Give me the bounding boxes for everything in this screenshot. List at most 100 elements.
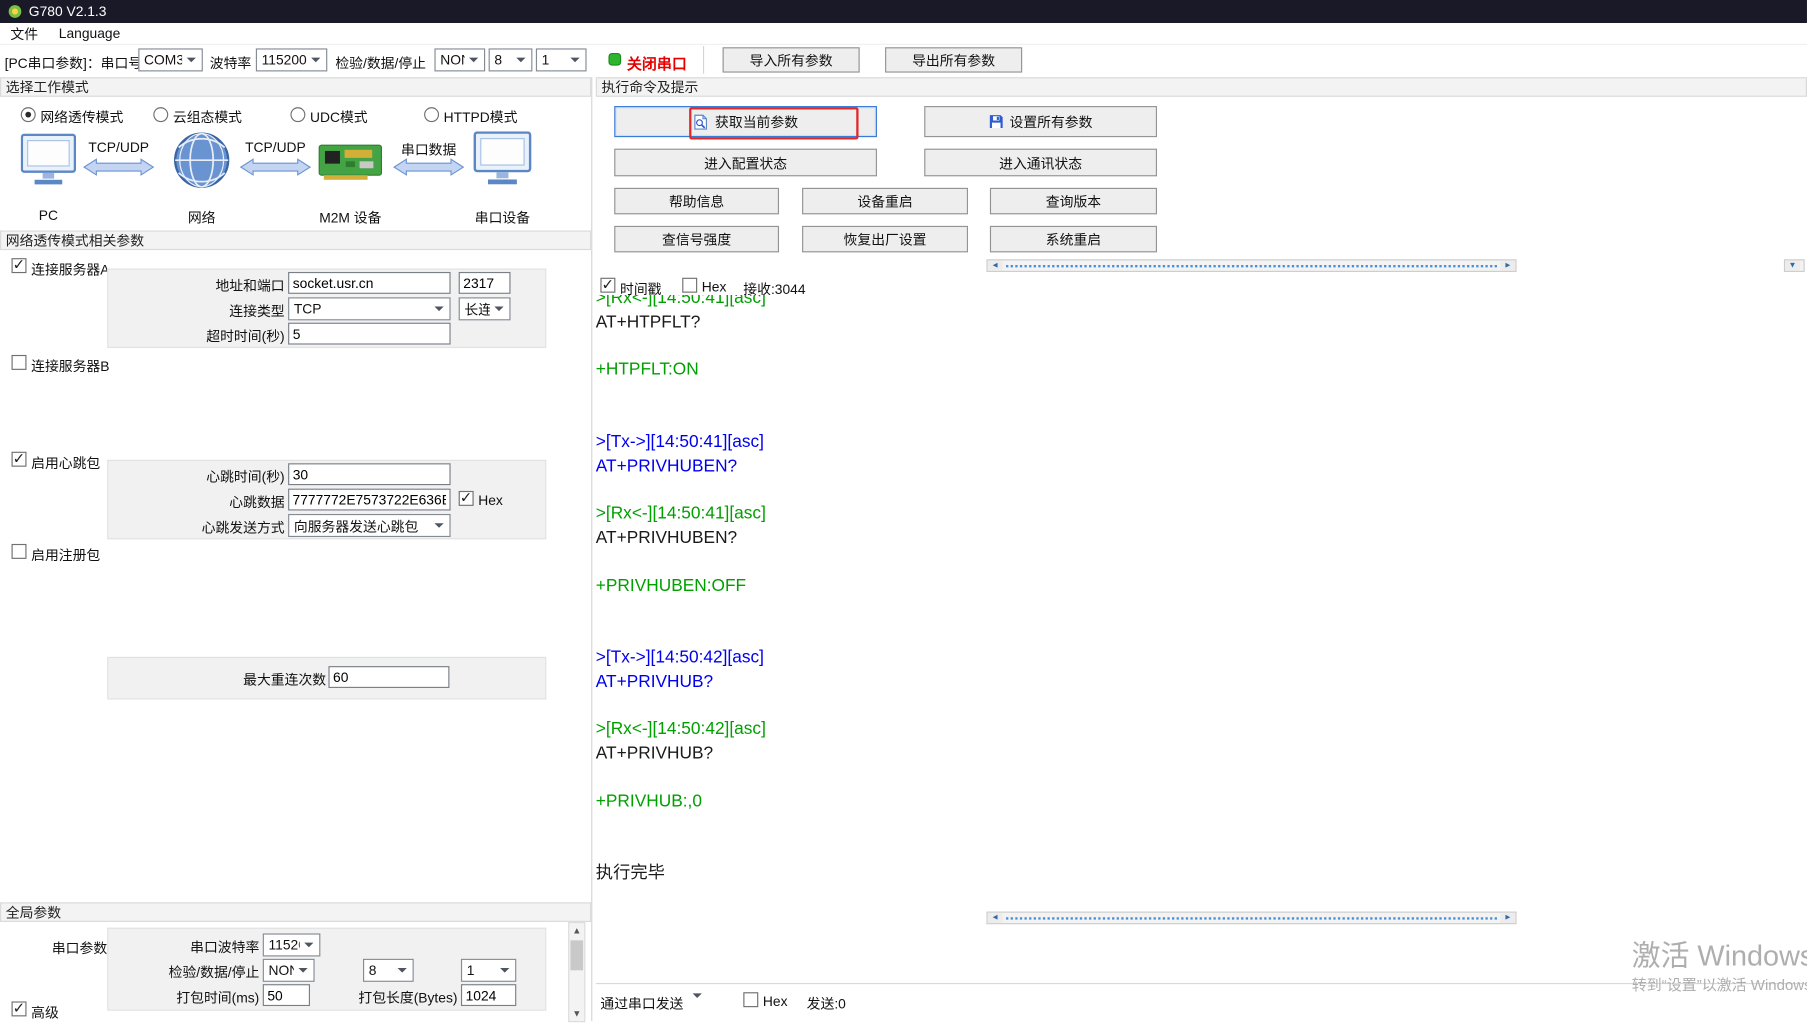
log-line: AT+PRIVHUBEN? bbox=[596, 527, 1805, 551]
send-hex-checkbox[interactable] bbox=[743, 992, 758, 1007]
server-port-input[interactable] bbox=[459, 272, 511, 294]
baud-label: 波特率 bbox=[210, 53, 252, 73]
conn-mode-select[interactable]: 长连接 bbox=[459, 297, 511, 320]
radio-udc-mode-label[interactable]: UDC模式 bbox=[310, 107, 368, 127]
enter-config-button[interactable]: 进入配置状态 bbox=[614, 149, 877, 177]
panel-divider bbox=[591, 77, 592, 1021]
log-hex-label[interactable]: Hex bbox=[702, 279, 727, 295]
splitter-right-icon[interactable]: ▼ bbox=[1785, 260, 1800, 270]
send-hex-label[interactable]: Hex bbox=[763, 993, 788, 1009]
hb-hex-label[interactable]: Hex bbox=[478, 492, 503, 508]
hb-data-input[interactable] bbox=[288, 489, 450, 511]
radio-udc-mode[interactable] bbox=[290, 107, 305, 122]
log-line bbox=[596, 814, 1805, 838]
splitter-right-icon[interactable]: ► bbox=[1500, 260, 1515, 270]
timeout-label: 超时时间(秒) bbox=[138, 326, 284, 346]
splitter-left-icon[interactable]: ◄ bbox=[988, 260, 1003, 270]
splitter-right-icon[interactable]: ► bbox=[1500, 913, 1515, 923]
combo-arrow-icon bbox=[494, 307, 503, 316]
heartbeat-checkbox[interactable] bbox=[12, 452, 27, 467]
stopbits-select[interactable]: 1 bbox=[536, 48, 587, 71]
scrollbar-thumb[interactable] bbox=[570, 940, 583, 970]
query-version-button[interactable]: 查询版本 bbox=[990, 188, 1157, 215]
help-button[interactable]: 帮助信息 bbox=[614, 188, 779, 215]
menu-item-language[interactable]: Language bbox=[48, 23, 130, 44]
parity-select[interactable]: NONI bbox=[434, 48, 485, 71]
hb-hex-checkbox[interactable] bbox=[459, 491, 474, 506]
register-checkbox[interactable] bbox=[12, 544, 27, 559]
radio-cloud-mode[interactable] bbox=[153, 107, 168, 122]
stopbits-value: 1 bbox=[537, 52, 566, 68]
log-line: 执行完毕 bbox=[596, 862, 1805, 886]
log-top-splitter[interactable]: ◄ ► bbox=[986, 259, 1516, 272]
combo-arrow-icon bbox=[516, 58, 525, 67]
com-port-select[interactable]: COM3 bbox=[138, 48, 203, 71]
send-mode-dropdown[interactable]: 通过串口发送 bbox=[600, 993, 683, 1013]
conn-type-select[interactable]: TCP bbox=[288, 297, 450, 320]
server-b-label[interactable]: 连接服务器B bbox=[31, 356, 109, 376]
server-a-label[interactable]: 连接服务器A bbox=[31, 259, 109, 279]
system-restart-button[interactable]: 系统重启 bbox=[990, 226, 1157, 253]
global-params-scrollbar[interactable]: ▲ ▼ bbox=[568, 922, 585, 1022]
log-hex-checkbox[interactable] bbox=[682, 278, 697, 293]
log-line: AT+PRIVHUB? bbox=[596, 742, 1805, 766]
link2-label: TCP/UDP bbox=[240, 139, 311, 155]
g-databits-value: 8 bbox=[364, 962, 393, 978]
heartbeat-label[interactable]: 启用心跳包 bbox=[31, 453, 100, 473]
advanced-checkbox[interactable] bbox=[12, 1001, 27, 1016]
menu-item-file[interactable]: 文件 bbox=[0, 23, 48, 44]
device-restart-button[interactable]: 设备重启 bbox=[802, 188, 968, 215]
pack-time-input[interactable] bbox=[263, 984, 310, 1006]
baud-select[interactable]: 115200 bbox=[256, 48, 327, 71]
server-a-checkbox[interactable] bbox=[12, 258, 27, 273]
radio-network-mode[interactable] bbox=[21, 107, 36, 122]
pc-label: PC bbox=[21, 207, 76, 223]
radio-cloud-mode-label[interactable]: 云组态模式 bbox=[173, 107, 242, 127]
get-params-button[interactable]: 获取当前参数 bbox=[614, 106, 877, 137]
serial-device-icon bbox=[472, 131, 532, 186]
timeout-input[interactable] bbox=[288, 323, 450, 345]
timestamp-checkbox[interactable] bbox=[600, 278, 615, 293]
server-b-checkbox[interactable] bbox=[12, 355, 27, 370]
close-port-button[interactable]: 关闭串口 bbox=[627, 52, 687, 74]
log-line bbox=[596, 694, 1805, 718]
register-label[interactable]: 启用注册包 bbox=[31, 545, 100, 565]
enter-comm-button[interactable]: 进入通讯状态 bbox=[924, 149, 1157, 177]
pack-len-input[interactable] bbox=[461, 984, 516, 1006]
advanced-label[interactable]: 高级 bbox=[31, 1003, 59, 1023]
import-params-button[interactable]: 导入所有参数 bbox=[723, 47, 860, 72]
splitter-left-icon[interactable]: ◄ bbox=[988, 913, 1003, 923]
combo-arrow-icon bbox=[398, 968, 407, 977]
link-arrow-icon bbox=[393, 158, 464, 176]
network-label: 网络 bbox=[173, 207, 231, 227]
scroll-up-icon[interactable]: ▲ bbox=[569, 923, 584, 938]
log-line: >[Rx<-][14:50:41][asc] bbox=[596, 503, 1805, 527]
combo-arrow-icon bbox=[469, 58, 478, 67]
export-params-button[interactable]: 导出所有参数 bbox=[885, 47, 1022, 72]
reconnect-input[interactable] bbox=[328, 666, 449, 688]
factory-reset-button[interactable]: 恢复出厂设置 bbox=[802, 226, 968, 253]
scroll-down-icon[interactable]: ▼ bbox=[569, 1006, 584, 1021]
log-area[interactable]: >[Rx<-][14:50:41][asc]AT+HTPFLT? +HTPFLT… bbox=[596, 295, 1805, 909]
g-stopbits-select[interactable]: 1 bbox=[461, 959, 516, 982]
radio-httpd-mode[interactable] bbox=[424, 107, 439, 122]
log-top-splitter-end[interactable]: ▼ bbox=[1784, 259, 1805, 272]
set-params-button[interactable]: 设置所有参数 bbox=[924, 106, 1157, 137]
g-baud-select[interactable]: 115200 bbox=[263, 933, 321, 956]
pack-len-label: 打包长度(Bytes) bbox=[311, 988, 457, 1008]
server-address-input[interactable] bbox=[288, 272, 450, 294]
combo-arrow-icon[interactable] bbox=[693, 998, 702, 1014]
radio-httpd-mode-label[interactable]: HTTPD模式 bbox=[444, 107, 518, 127]
log-bottom-splitter[interactable]: ◄ ► bbox=[986, 912, 1516, 925]
splitter-grip[interactable] bbox=[1006, 917, 1497, 919]
log-line: +PRIVHUBEN:OFF bbox=[596, 575, 1805, 599]
hb-time-input[interactable] bbox=[288, 463, 450, 485]
g-databits-select[interactable]: 8 bbox=[363, 959, 414, 982]
signal-strength-button[interactable]: 查信号强度 bbox=[614, 226, 779, 253]
log-line bbox=[596, 622, 1805, 646]
databits-select[interactable]: 8 bbox=[489, 48, 533, 71]
hb-mode-select[interactable]: 向服务器发送心跳包 bbox=[288, 514, 450, 537]
g-parity-select[interactable]: NONE bbox=[263, 959, 315, 982]
splitter-grip[interactable] bbox=[1006, 264, 1497, 266]
radio-network-mode-label[interactable]: 网络透传模式 bbox=[40, 107, 123, 127]
